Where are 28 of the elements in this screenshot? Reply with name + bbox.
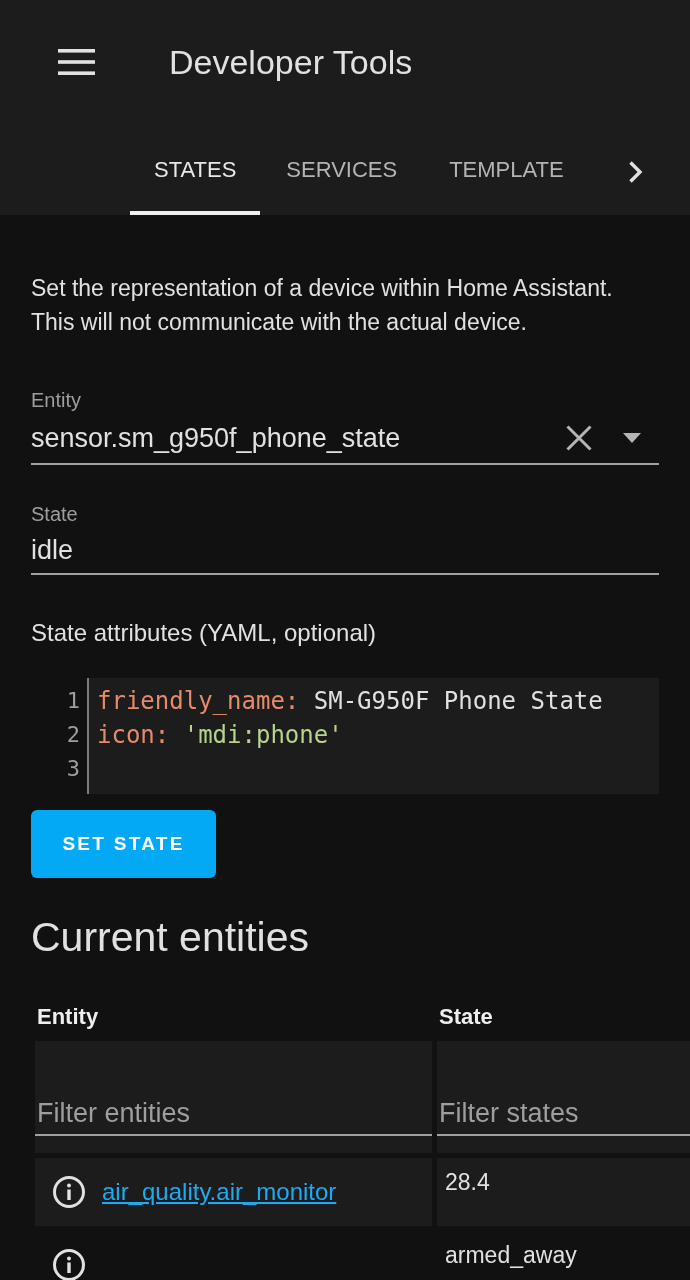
menu-icon[interactable]	[58, 49, 95, 75]
table-cell: 28.4	[437, 1158, 690, 1226]
column-header: State	[439, 1003, 493, 1031]
table-cell-text: armed_away	[444, 1241, 578, 1270]
dropdown-caret-icon[interactable]	[623, 433, 641, 443]
page-title: Developer Tools	[169, 42, 413, 82]
state-field[interactable]: State idle	[31, 502, 659, 575]
column-header: Entity	[37, 1003, 99, 1031]
tab[interactable]: STATES	[130, 124, 261, 215]
code-line: friendly_name: SM-G950F Phone State	[97, 686, 603, 717]
filter-field[interactable]: Filter states	[437, 1041, 690, 1153]
entity-select-field[interactable]: Entity sensor.sm_g950f_phone_state	[31, 388, 659, 465]
info-icon[interactable]	[53, 1176, 85, 1208]
code-line: icon: 'mdi:phone'	[97, 720, 343, 751]
tab[interactable]: SERVICES	[260, 124, 424, 215]
attributes-label: State attributes (YAML, optional)	[31, 619, 377, 647]
line-number: 3	[66, 755, 80, 783]
chevron-right-icon[interactable]	[628, 159, 644, 184]
section-heading: Current entities	[31, 914, 309, 960]
description-text: Set the representation of a device within Home Assistant. This will not communicate with the actual device.	[31, 274, 614, 337]
filter-field[interactable]: Filter entities	[35, 1041, 432, 1153]
line-number: 1	[66, 687, 80, 715]
line-number: 2	[66, 721, 80, 749]
code-editor[interactable]: friendly_name: SM-G950F Phone State icon: 'mdi:phone'	[87, 678, 659, 794]
info-icon[interactable]	[53, 1249, 85, 1280]
close-icon[interactable]	[566, 425, 592, 451]
tab[interactable]: TEMPLATE	[423, 124, 590, 215]
entity-link[interactable]: air_quality.air_monitor	[102, 1178, 337, 1206]
